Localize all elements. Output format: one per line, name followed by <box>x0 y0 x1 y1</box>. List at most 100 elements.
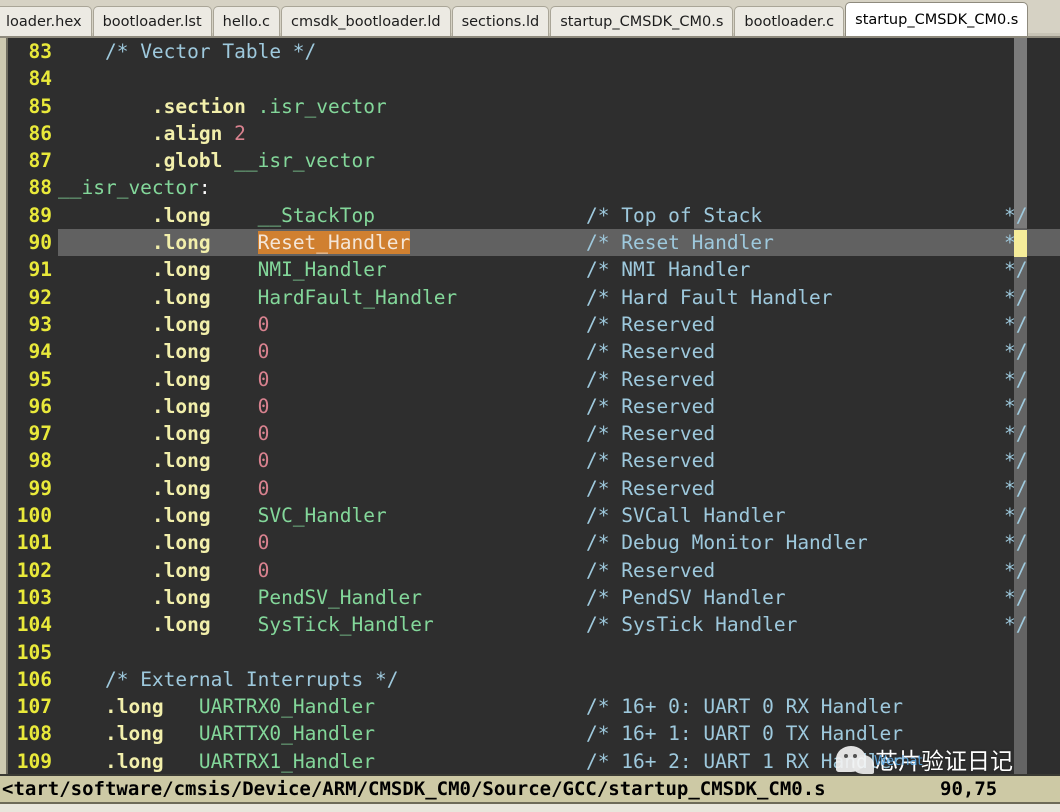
line-number: 87 <box>28 149 52 173</box>
code-line[interactable]: 94 .long 0 /* Reserved */ <box>8 338 1060 365</box>
line-number: 95 <box>28 367 52 391</box>
code-token: .long <box>151 312 211 336</box>
tab-startup-cmsdk-cm0-s[interactable]: startup_CMSDK_CM0.s <box>845 2 1029 36</box>
code-line-text: .long PendSV_Handler <box>58 584 422 611</box>
tab-bootloader-c[interactable]: bootloader.c <box>734 6 845 36</box>
code-line[interactable]: 88 __isr_vector: <box>8 174 1060 201</box>
code-token: .long <box>104 749 164 773</box>
code-line-comment: /* Top of Stack <box>586 203 763 227</box>
code-line-text: .long 0 <box>58 447 269 474</box>
tab-bootloader-lst[interactable]: bootloader.lst <box>92 6 212 36</box>
code-line-comment-end: */ <box>1004 449 1028 473</box>
code-line[interactable]: 108 .long UARTTX0_Handler /* 16+ 1: UART … <box>8 720 1060 747</box>
code-line[interactable]: 91 .long NMI_Handler /* NMI Handler */ <box>8 256 1060 283</box>
code-token: PendSV_Handler <box>257 585 422 609</box>
code-token: 0 <box>257 558 270 582</box>
code-line-text: .long __StackTop <box>58 202 375 229</box>
code-line-text: .long 0 <box>58 338 269 365</box>
code-line[interactable]: 83 /* Vector Table */ <box>8 38 1060 65</box>
code-line[interactable]: 90 .long Reset_Handler/* Reset Handler*/ <box>8 229 1060 257</box>
line-number: 97 <box>28 422 52 446</box>
code-token: .isr_vector <box>257 94 387 118</box>
tab-loader-hex[interactable]: loader.hex <box>0 6 92 36</box>
code-line[interactable]: 92 .long HardFault_Handler /* Hard Fault … <box>8 284 1060 311</box>
code-lines[interactable]: 83 /* Vector Table */84 85 .section .isr_… <box>8 38 1060 774</box>
code-line-comment-end: */ <box>1004 558 1028 582</box>
code-token: .long <box>151 394 211 418</box>
code-line-comment: /* Reserved <box>586 340 716 364</box>
code-line-comment: /* Reserved <box>586 476 716 500</box>
code-token: /* External Interrupts */ <box>104 667 399 691</box>
code-line[interactable]: 109 .long UARTRX1_Handler /* 16+ 2: UART … <box>8 748 1060 774</box>
code-line[interactable]: 107 .long UARTRX0_Handler /* 16+ 0: UART … <box>8 693 1060 720</box>
code-line[interactable]: 104 .long SysTick_Handler /* SysTick Hand… <box>8 611 1060 638</box>
code-line[interactable]: 93 .long 0 /* Reserved */ <box>8 311 1060 338</box>
code-line[interactable]: 103 .long PendSV_Handler /* PendSV Handle… <box>8 584 1060 611</box>
code-token: .long <box>151 504 211 528</box>
line-number: 104 <box>16 613 52 637</box>
code-token: 0 <box>257 531 270 555</box>
code-line[interactable]: 85 .section .isr_vector <box>8 93 1060 120</box>
code-line[interactable]: 105 <box>8 639 1060 666</box>
code-token: .section <box>151 94 246 118</box>
code-token: .align <box>151 121 223 145</box>
tab-startup-cmsdk-cm0-s[interactable]: startup_CMSDK_CM0.s <box>550 6 734 36</box>
code-line[interactable]: 89 .long __StackTop /* Top of Stack */ <box>8 202 1060 229</box>
code-line[interactable]: 86 .align 2 <box>8 120 1060 147</box>
code-line-comment: /* SVCall Handler <box>586 504 786 528</box>
code-line[interactable]: 96 .long 0 /* Reserved */ <box>8 393 1060 420</box>
line-number: 100 <box>16 504 52 528</box>
code-line[interactable]: 102 .long 0 /* Reserved */ <box>8 557 1060 584</box>
text-caret <box>1014 230 1027 258</box>
code-line-text: .long SVC_Handler <box>58 502 387 529</box>
code-line[interactable]: 87 .globl __isr_vector <box>8 147 1060 174</box>
code-token: .long <box>151 340 211 364</box>
code-line-comment: /* PendSV Handler <box>586 585 786 609</box>
tab-sections-ld[interactable]: sections.ld <box>451 6 550 36</box>
code-line-comment: /* Reserved <box>586 394 716 418</box>
code-editor[interactable]: 83 /* Vector Table */84 85 .section .isr_… <box>0 38 1060 774</box>
tab-hello-c[interactable]: hello.c <box>212 6 281 36</box>
code-line-text: .long HardFault_Handler <box>58 284 457 311</box>
code-token: .long <box>151 585 211 609</box>
line-number: 89 <box>28 203 52 227</box>
code-token: .long <box>151 258 211 282</box>
code-line[interactable]: 97 .long 0 /* Reserved */ <box>8 420 1060 447</box>
line-number: 109 <box>16 749 52 773</box>
code-line[interactable]: 106 /* External Interrupts */ <box>8 666 1060 693</box>
code-line[interactable]: 101 .long 0 /* Debug Monitor Handler */ <box>8 529 1060 556</box>
code-line[interactable]: 100 .long SVC_Handler /* SVCall Handler */ <box>8 502 1060 529</box>
code-token: .long <box>151 422 211 446</box>
code-token: 0 <box>257 367 270 391</box>
code-token: /* Vector Table */ <box>104 40 317 63</box>
code-line[interactable]: 99 .long 0 /* Reserved */ <box>8 475 1060 502</box>
code-line-text: __isr_vector: <box>58 174 211 201</box>
line-number: 84 <box>28 67 52 91</box>
code-line[interactable]: 84 <box>8 65 1060 92</box>
code-line[interactable]: 98 .long 0 /* Reserved */ <box>8 447 1060 474</box>
tab-cmsdk-bootloader-ld[interactable]: cmsdk_bootloader.ld <box>281 6 451 36</box>
code-line-comment: /* Reserved <box>586 367 716 391</box>
code-token: .long <box>151 531 211 555</box>
code-token: .long <box>104 722 164 746</box>
code-line-text: .long 0 <box>58 393 269 420</box>
code-line-comment-end: */ <box>1004 394 1028 418</box>
code-line-background <box>58 65 1060 92</box>
code-line[interactable]: 95 .long 0 /* Reserved */ <box>8 366 1060 393</box>
code-line-comment-end: */ <box>1004 613 1028 637</box>
code-token: .long <box>151 203 211 227</box>
